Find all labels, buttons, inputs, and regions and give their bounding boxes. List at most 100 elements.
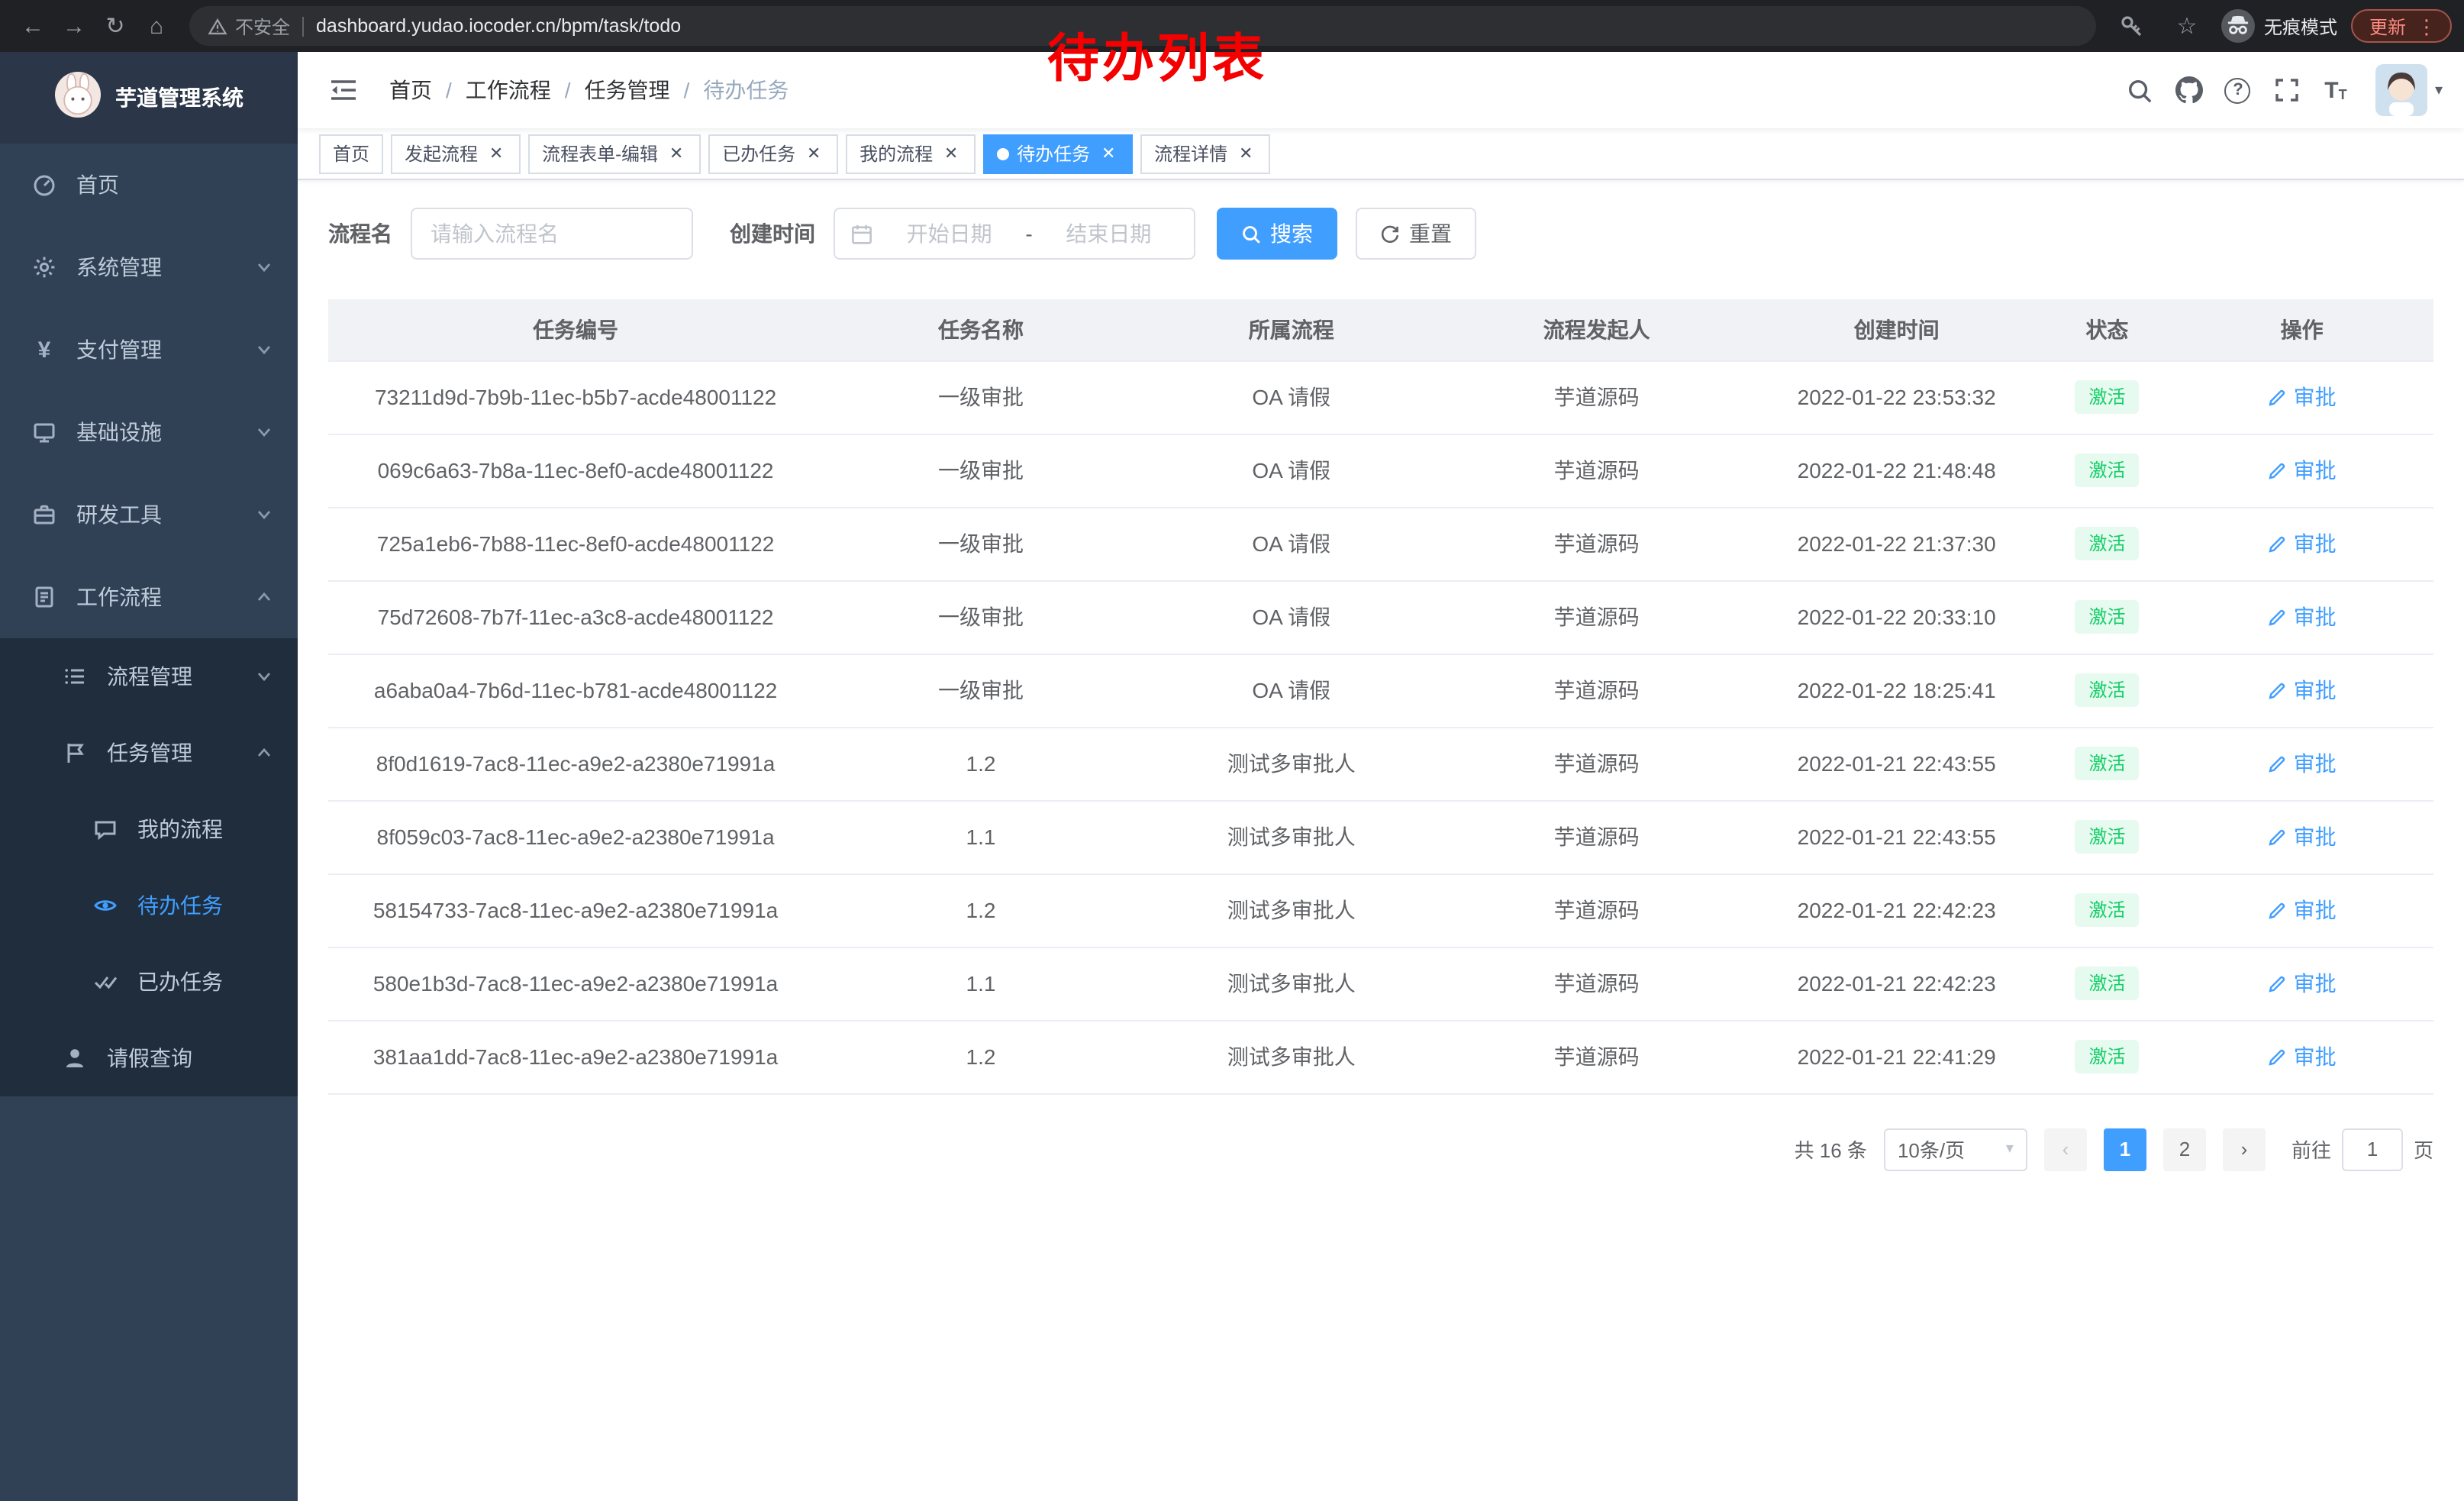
date-range-picker[interactable]: 开始日期 - 结束日期 [834,208,1195,260]
start-date-placeholder: 开始日期 [879,218,1019,249]
approve-button[interactable]: 审批 [2268,895,2337,925]
close-icon[interactable]: ✕ [666,143,687,164]
tab-home[interactable]: 首页 [319,134,383,173]
avatar-caret-icon[interactable]: ▾ [2435,82,2443,98]
sidebar-item-my-process[interactable]: 我的流程 [0,791,298,867]
pagination: 共 16 条 10条/页 ▾ ‹ 1 2 › 前往 页 [328,1128,2433,1170]
font-size-icon[interactable]: TT [2311,56,2360,124]
tab-process-detail[interactable]: 流程详情 ✕ [1140,134,1270,173]
chevron-down-icon [255,505,273,524]
tab-process-form-edit[interactable]: 流程表单-编辑 ✕ [528,134,701,173]
approve-button[interactable]: 审批 [2268,675,2337,705]
list-icon [61,664,89,689]
task-id: 725a1eb6-7b88-11ec-8ef0-acde48001122 [377,531,775,556]
approve-button[interactable]: 审批 [2268,382,2337,412]
approve-button[interactable]: 审批 [2268,748,2337,779]
end-date-placeholder: 结束日期 [1039,218,1179,249]
status-badge: 激活 [2075,747,2139,780]
app-title: 芋道管理系统 [115,82,243,113]
app-logo[interactable]: 芋道管理系统 [0,52,298,144]
tab-my-process[interactable]: 我的流程 ✕ [846,134,976,173]
table-row: 58154733-7ac8-11ec-a9e2-a2380e71991a 1.2… [328,873,2433,947]
prev-page-button[interactable]: ‹ [2044,1128,2087,1170]
approve-button[interactable]: 审批 [2268,455,2337,486]
task-starter: 芋道源码 [1554,971,1640,996]
sidebar-item-devtools[interactable]: 研发工具 [0,473,298,556]
table-row: 73211d9d-7b9b-11ec-b5b7-acde48001122 一级审… [328,360,2433,434]
key-icon[interactable] [2111,5,2153,47]
gear-icon [31,255,58,279]
task-name: 一级审批 [938,458,1024,483]
refresh-icon [1380,224,1400,244]
security-chip[interactable]: 不安全 [208,13,290,39]
sidebar-item-system[interactable]: 系统管理 [0,226,298,308]
tab-start-process[interactable]: 发起流程 ✕ [391,134,521,173]
reset-button[interactable]: 重置 [1356,208,1476,260]
table-row: 8f059c03-7ac8-11ec-a9e2-a2380e71991a 1.1… [328,800,2433,873]
next-page-button[interactable]: › [2223,1128,2266,1170]
goto-page-input[interactable] [2342,1128,2403,1170]
browser-menu-icon[interactable]: ⋮ [2417,16,2437,36]
close-icon[interactable]: ✕ [803,143,824,164]
sidebar-item-home[interactable]: 首页 [0,144,298,226]
column-create-time: 创建时间 [1750,299,2044,360]
process-name-input[interactable] [411,208,693,260]
search-button[interactable]: 搜索 [1217,208,1337,260]
close-icon[interactable]: ✕ [940,143,962,164]
chevron-down-icon: ▾ [2006,1141,2014,1157]
close-icon[interactable]: ✕ [1235,143,1256,164]
search-icon[interactable] [2116,56,2165,124]
double-check-icon [92,970,119,994]
tab-todo-tasks[interactable]: 待办任务 ✕ [983,134,1133,173]
fullscreen-icon[interactable] [2262,56,2311,124]
refresh-icon[interactable]: ↻ [95,5,136,47]
address-bar[interactable]: 不安全 dashboard.yudao.iocoder.cn/bpm/task/… [189,6,2096,46]
url-text: dashboard.yudao.iocoder.cn/bpm/task/todo [316,15,681,37]
sidebar-item-infrastructure[interactable]: 基础设施 [0,391,298,473]
chevron-down-icon [255,341,273,359]
help-icon[interactable]: ? [2214,56,2262,124]
github-icon[interactable] [2165,56,2214,124]
sidebar-item-todo-tasks[interactable]: 待办任务 [0,867,298,944]
sidebar-item-done-tasks[interactable]: 已办任务 [0,944,298,1020]
browser-update-button[interactable]: 更新 ⋮ [2351,9,2452,43]
menu-fold-icon[interactable] [319,52,368,128]
sidebar-item-task-management[interactable]: 任务管理 [0,715,298,791]
task-name: 1.1 [966,971,996,996]
sidebar-item-process-management[interactable]: 流程管理 [0,638,298,715]
task-name: 1.2 [966,898,996,922]
home-icon[interactable]: ⌂ [136,5,177,47]
close-icon[interactable]: ✕ [1098,143,1119,164]
breadcrumb-home[interactable]: 首页 [389,75,432,105]
tab-done-tasks[interactable]: 已办任务 ✕ [708,134,838,173]
task-id: 73211d9d-7b9b-11ec-b5b7-acde48001122 [375,385,776,409]
page-size-select[interactable]: 10条/页 ▾ [1884,1128,2027,1170]
approve-button[interactable]: 审批 [2268,822,2337,852]
sidebar-item-workflow[interactable]: 工作流程 [0,556,298,638]
sidebar-item-payment[interactable]: ¥ 支付管理 [0,308,298,391]
breadcrumb-task-management[interactable]: 任务管理 [585,75,670,105]
task-time: 2022-01-22 20:33:10 [1798,605,1996,629]
status-badge: 激活 [2075,527,2139,560]
approve-button[interactable]: 审批 [2268,528,2337,559]
task-process: 测试多审批人 [1227,971,1356,996]
approve-button[interactable]: 审批 [2268,1041,2337,1072]
clipboard-icon [31,585,58,609]
page-button-1[interactable]: 1 [2104,1128,2146,1170]
filter-bar: 流程名 创建时间 开始日期 - 结束日期 搜索 重 [328,208,2433,260]
task-process: OA 请假 [1252,678,1330,702]
sidebar-item-leave-query[interactable]: 请假查询 [0,1020,298,1096]
back-icon[interactable]: ← [12,5,53,47]
page-button-2[interactable]: 2 [2163,1128,2206,1170]
forward-icon[interactable]: → [53,5,95,47]
approve-button[interactable]: 审批 [2268,602,2337,632]
bookmark-star-icon[interactable]: ☆ [2166,5,2208,47]
close-icon[interactable]: ✕ [485,143,507,164]
chevron-up-icon [255,588,273,606]
warning-icon [208,16,227,36]
edit-icon [2268,607,2288,627]
user-avatar[interactable] [2375,64,2427,116]
breadcrumb-workflow[interactable]: 工作流程 [466,75,551,105]
top-navbar: 首页 / 工作流程 / 任务管理 / 待办任务 ? [298,52,2464,128]
approve-button[interactable]: 审批 [2268,968,2337,999]
